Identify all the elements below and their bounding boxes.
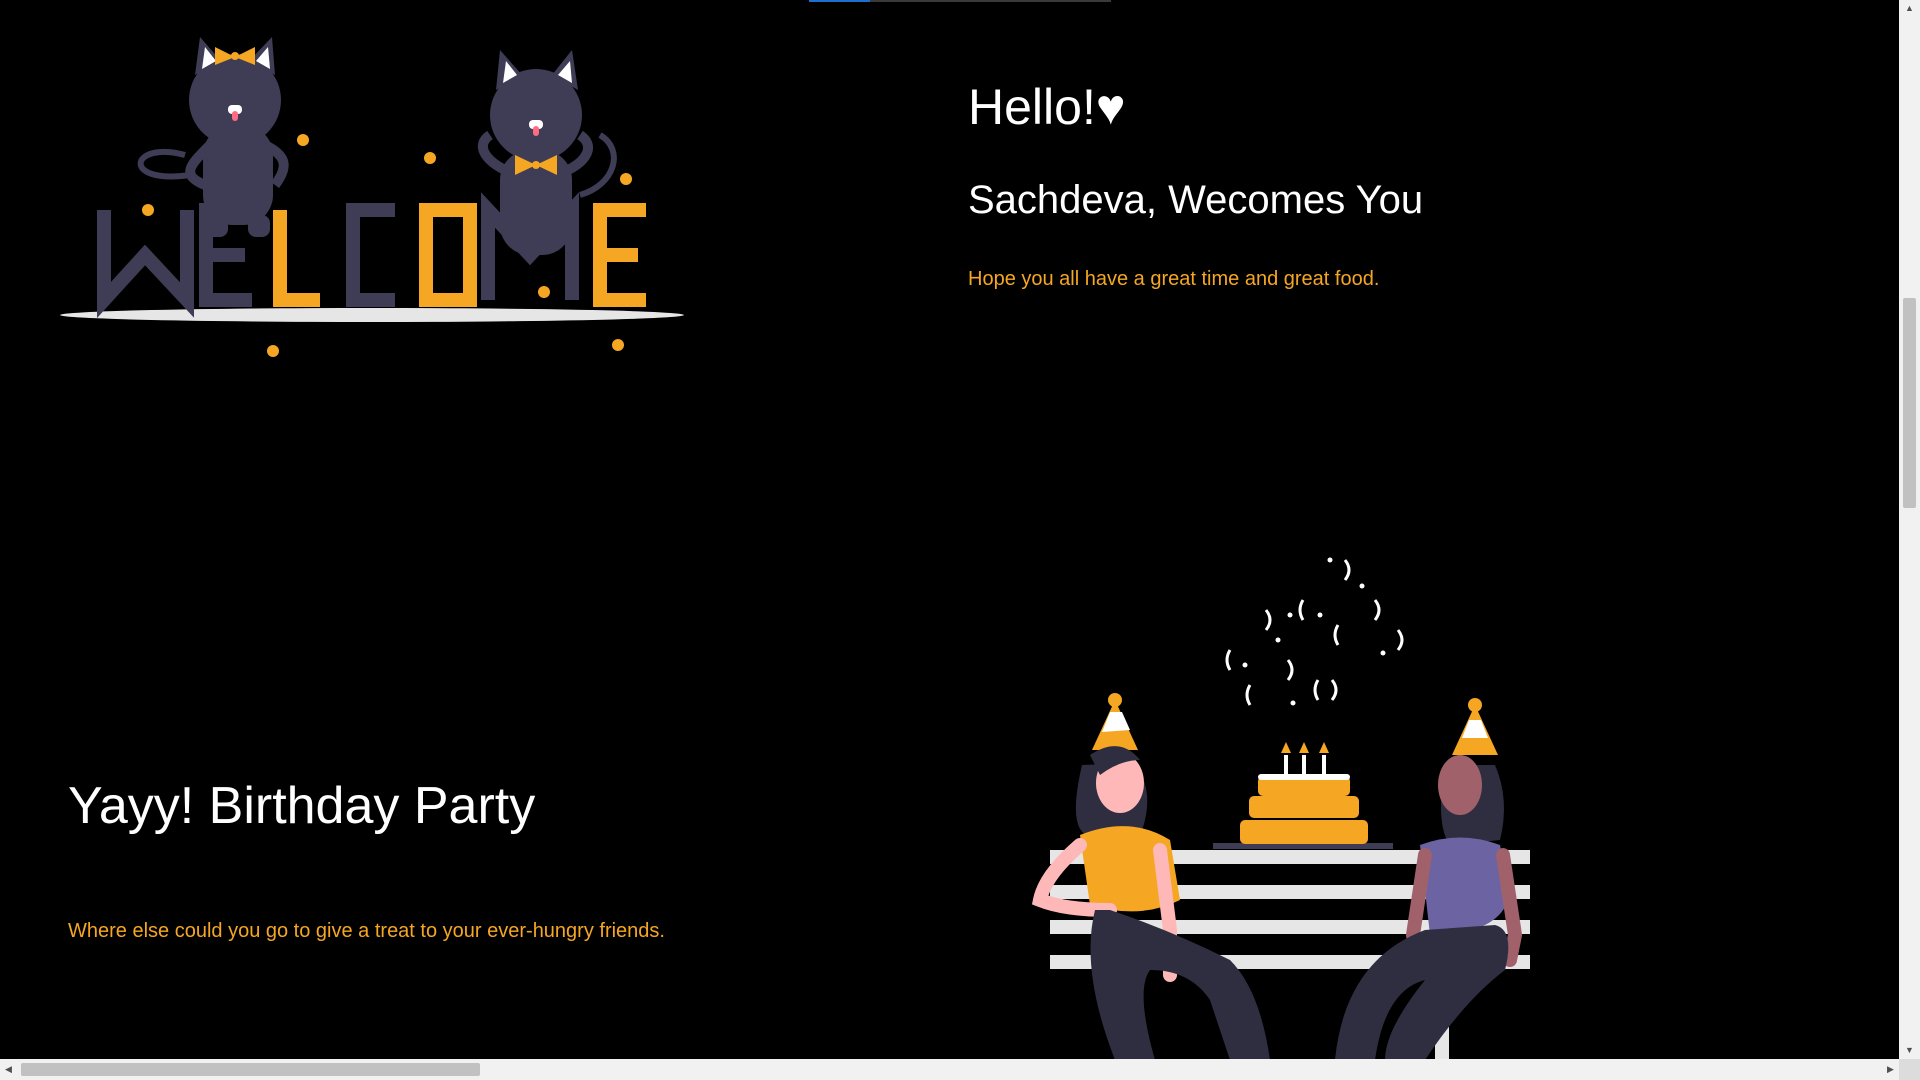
scroll-right-arrow-icon[interactable]: ▶: [1882, 1059, 1899, 1080]
welcome-illustration: [60, 37, 684, 357]
scroll-down-arrow-icon[interactable]: ▼: [1899, 1042, 1920, 1059]
horizontal-scrollbar[interactable]: ◀ ▶: [0, 1059, 1899, 1080]
welcome-subheading: Sachdeva, Wecomes You: [968, 178, 1424, 222]
horizontal-scroll-thumb[interactable]: [21, 1063, 480, 1076]
scroll-up-arrow-icon[interactable]: ▲: [1899, 0, 1920, 17]
page-viewport: Hello!♥ Sachdeva, Wecomes You Hope you a…: [0, 0, 1899, 1059]
scrollbar-corner: [1899, 1059, 1920, 1080]
welcome-tagline: Hope you all have a great time and great…: [968, 268, 1380, 290]
top-progress-active: [809, 0, 870, 2]
top-progress-indicator: [809, 0, 1111, 2]
party-heading: Yayy! Birthday Party: [68, 777, 536, 835]
birthday-party-illustration: [1031, 557, 1530, 1059]
scroll-left-arrow-icon[interactable]: ◀: [0, 1059, 17, 1080]
vertical-scroll-thumb[interactable]: [1903, 298, 1916, 508]
vertical-scrollbar[interactable]: ▲ ▼: [1899, 0, 1920, 1059]
hello-heading: Hello!♥: [968, 79, 1126, 135]
party-description: Where else could you go to give a treat …: [68, 920, 665, 942]
